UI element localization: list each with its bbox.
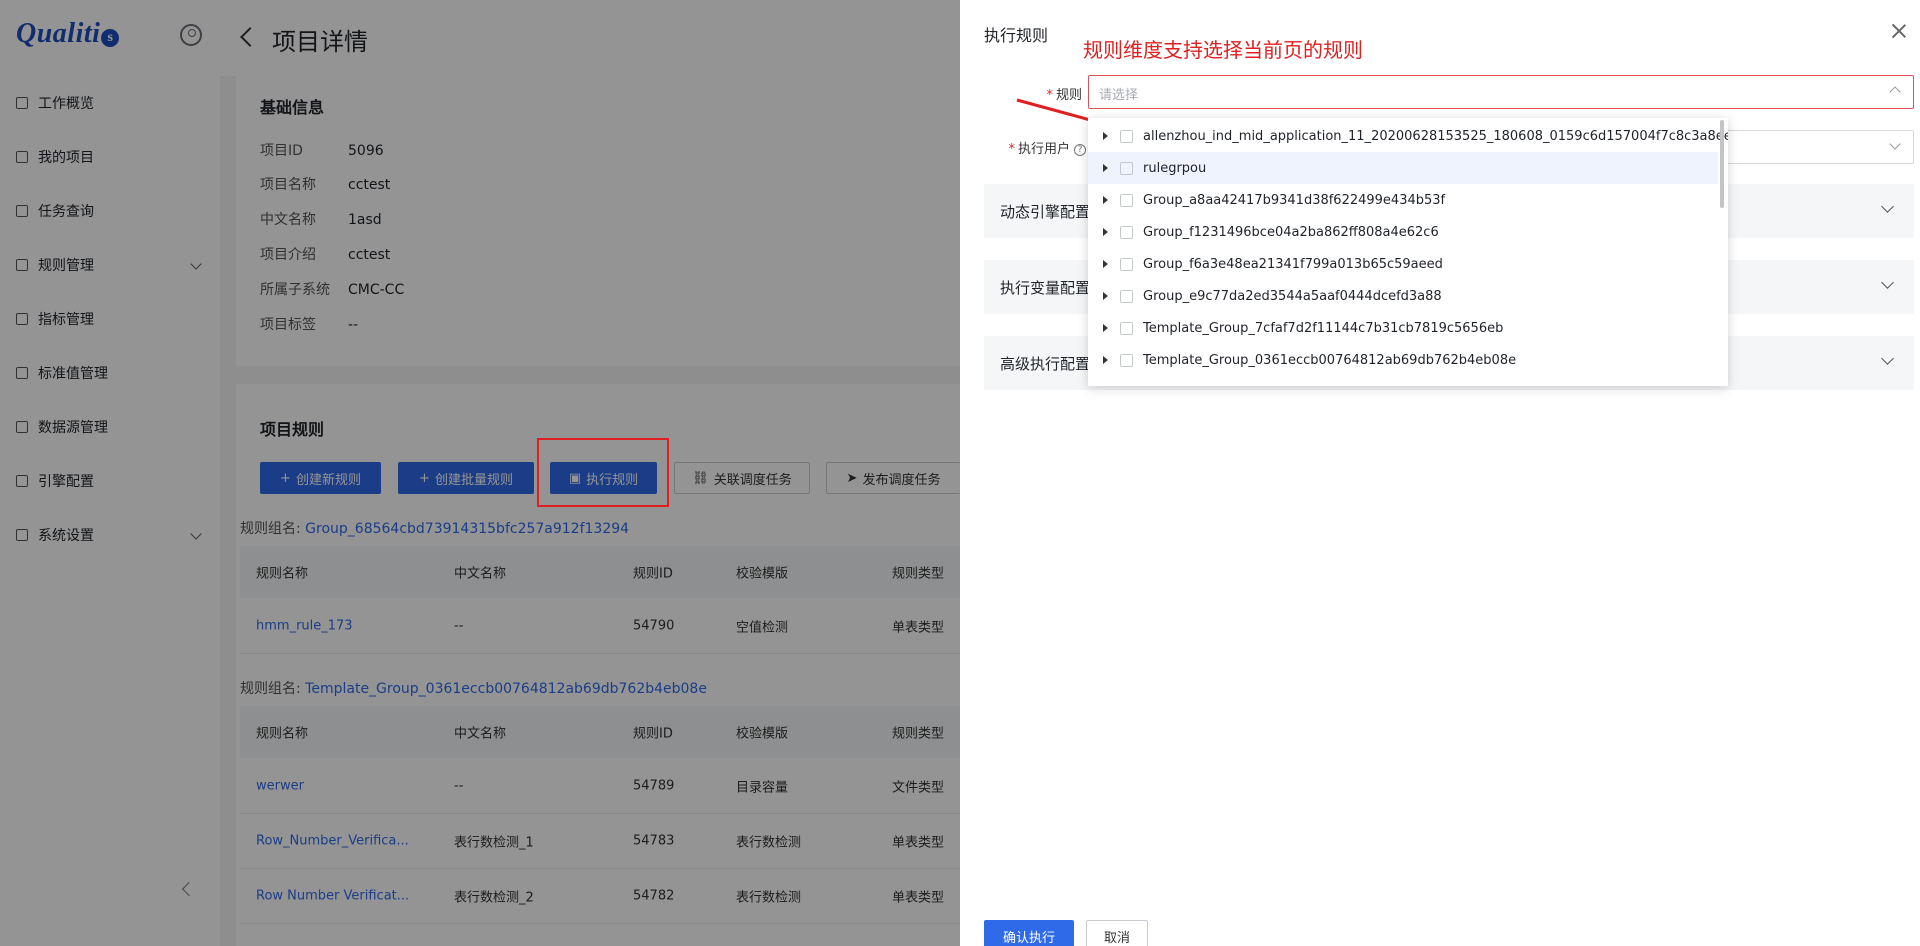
dropdown-option[interactable]: Group_f6a3e48ea21341f799a013b65c59aeed: [1088, 248, 1718, 280]
dropdown-option[interactable]: Group_a8aa42417b9341d38f622499e434b53f: [1088, 184, 1718, 216]
chevron-down-icon: [1881, 200, 1894, 213]
expand-triangle-icon[interactable]: [1103, 324, 1108, 332]
rule-dropdown: allenzhou_ind_mid_application_11_2020062…: [1088, 118, 1728, 386]
option-checkbox[interactable]: [1120, 321, 1133, 335]
chevron-down-icon: [1881, 352, 1894, 365]
option-label: Group_f6a3e48ea21341f799a013b65c59aeed: [1143, 256, 1443, 272]
expand-triangle-icon[interactable]: [1103, 132, 1108, 140]
option-label: Group_f1231496bce04a2ba862ff808a4e62c6: [1143, 224, 1439, 240]
option-checkbox[interactable]: [1120, 289, 1133, 303]
drawer-title: 执行规则: [984, 26, 1049, 45]
dropdown-option[interactable]: Template_Group_7cfaf7d2f11144c7b31cb7819…: [1088, 312, 1718, 344]
panel-title: 高级执行配置: [1000, 355, 1091, 373]
option-checkbox[interactable]: [1120, 193, 1133, 207]
label-text: 规则: [1055, 88, 1082, 103]
expand-triangle-icon[interactable]: [1103, 228, 1108, 236]
panel-title: 动态引擎配置: [1000, 203, 1091, 221]
cancel-button[interactable]: 取消: [1086, 920, 1148, 946]
label-text: 执行用户: [1017, 142, 1070, 157]
modal-mask[interactable]: [0, 0, 960, 946]
chevron-down-icon: [1881, 276, 1894, 289]
expand-triangle-icon[interactable]: [1103, 292, 1108, 300]
option-checkbox[interactable]: [1120, 161, 1133, 175]
chevron-up-icon: [1889, 86, 1901, 98]
dropdown-option[interactable]: allenzhou_ind_mid_application_11_2020062…: [1088, 120, 1728, 152]
dropdown-option[interactable]: Group_f1231496bce04a2ba862ff808a4e62c6: [1088, 216, 1718, 248]
option-checkbox[interactable]: [1120, 225, 1133, 239]
rule-field-label: * 规则: [1030, 84, 1082, 103]
option-label: Template_Group_0361eccb00764812ab69db762…: [1143, 352, 1517, 368]
option-label: rulegrpou: [1143, 160, 1207, 176]
option-checkbox[interactable]: [1120, 353, 1133, 367]
execute-button-highlight-overlay: [537, 438, 669, 507]
dropdown-option[interactable]: Group_e9c77da2ed3544a5aaf0444dcefd3a88: [1088, 280, 1718, 312]
option-checkbox[interactable]: [1120, 129, 1133, 143]
annotation-text: 规则维度支持选择当前页的规则: [1083, 38, 1363, 62]
close-icon[interactable]: [1890, 22, 1908, 40]
dropdown-option[interactable]: rulegrpou: [1088, 152, 1718, 184]
dropdown-scrollbar[interactable]: [1720, 120, 1724, 208]
option-label: Group_a8aa42417b9341d38f622499e434b53f: [1143, 192, 1446, 208]
panel-title: 执行变量配置: [1000, 279, 1091, 297]
required-mark: *: [1008, 142, 1015, 157]
dropdown-option[interactable]: Template_Group_0361eccb00764812ab69db762…: [1088, 344, 1718, 376]
confirm-execute-button[interactable]: 确认执行: [984, 920, 1074, 946]
expand-triangle-icon[interactable]: [1103, 356, 1108, 364]
chevron-down-icon: [1889, 138, 1901, 150]
help-icon[interactable]: ?: [1074, 144, 1086, 156]
expand-triangle-icon[interactable]: [1103, 260, 1108, 268]
expand-triangle-icon[interactable]: [1103, 196, 1108, 204]
rule-select-placeholder: 请选择: [1099, 88, 1139, 103]
option-label: allenzhou_ind_mid_application_11_2020062…: [1143, 128, 1728, 144]
option-label: Group_e9c77da2ed3544a5aaf0444dcefd3a88: [1143, 288, 1442, 304]
exec-user-label: * 执行用户?: [986, 138, 1086, 157]
option-label: Template_Group_7cfaf7d2f11144c7b31cb7819…: [1143, 320, 1504, 336]
required-mark: *: [1046, 88, 1053, 103]
expand-triangle-icon[interactable]: [1103, 164, 1108, 172]
rule-select[interactable]: 请选择: [1088, 75, 1914, 109]
option-checkbox[interactable]: [1120, 257, 1133, 271]
